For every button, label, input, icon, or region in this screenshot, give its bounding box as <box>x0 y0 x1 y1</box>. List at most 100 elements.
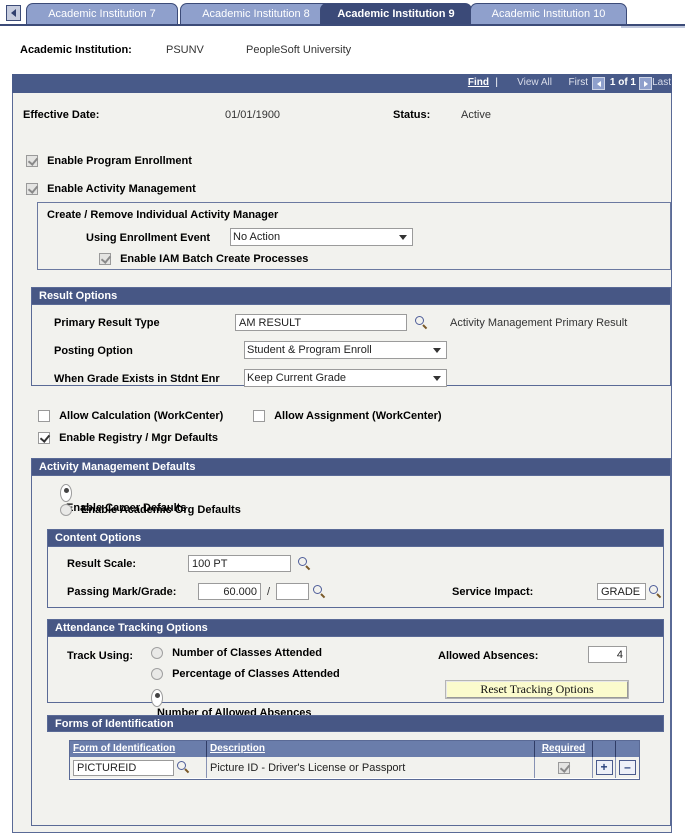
institution-name: PeopleSoft University <box>246 44 352 56</box>
enable-iam-batch-checkbox[interactable] <box>99 253 111 266</box>
using-enrollment-event-value: No Action <box>233 231 281 243</box>
using-enrollment-event-label: Using Enrollment Event <box>86 232 211 244</box>
tab-previous-button[interactable] <box>6 5 21 21</box>
previous-row-button[interactable] <box>592 77 605 90</box>
find-link[interactable]: Find <box>468 77 489 88</box>
required-checkbox[interactable] <box>557 761 570 774</box>
enable-registry-row[interactable]: Enable Registry / Mgr Defaults <box>38 432 218 445</box>
institution-code: PSUNV <box>166 44 204 56</box>
status-label: Status: <box>393 109 431 121</box>
form-of-identification-input[interactable] <box>73 759 174 776</box>
tab-underline <box>0 24 685 26</box>
enable-program-enrollment-row[interactable]: Enable Program Enrollment <box>26 155 192 168</box>
service-impact-label: Service Impact: <box>452 586 534 598</box>
cell-form-of-identification <box>70 757 207 778</box>
enable-registry-label: Enable Registry / Mgr Defaults <box>59 432 218 444</box>
left-arrow-icon <box>11 9 16 17</box>
tab-label: Academic Institution 7 <box>48 8 156 20</box>
allowed-absences-input[interactable] <box>588 646 627 663</box>
enable-academic-org-defaults-row[interactable]: Enable Academic Org Defaults <box>60 504 241 517</box>
next-row-button[interactable] <box>639 77 652 90</box>
enable-activity-management-checkbox[interactable] <box>26 183 38 196</box>
allow-assignment-row[interactable]: Allow Assignment (WorkCenter) <box>253 410 442 423</box>
column-header-add <box>593 741 616 757</box>
allow-calculation-checkbox[interactable] <box>38 410 50 423</box>
first-link[interactable]: First <box>569 77 588 88</box>
forms-of-identification-grid: Form of Identification Description Requi… <box>69 740 640 780</box>
enable-academic-org-defaults-radio[interactable] <box>60 504 72 517</box>
column-header-form-of-identification[interactable]: Form of Identification <box>70 741 207 757</box>
service-impact-lookup-icon[interactable] <box>649 585 663 599</box>
cell-description: Picture ID - Driver's License or Passpor… <box>207 757 535 778</box>
service-impact-input[interactable] <box>597 583 646 600</box>
grid-header-row: Form of Identification Description Requi… <box>70 741 639 757</box>
add-row-button[interactable]: + <box>595 760 613 775</box>
iam-box-title: Create / Remove Individual Activity Mana… <box>47 209 279 221</box>
cell-add-row: + <box>593 757 616 778</box>
form-of-identification-lookup-icon[interactable] <box>177 760 191 775</box>
track-allowed-absences-radio[interactable] <box>151 689 163 707</box>
activity-management-defaults-section: Activity Management Defaults Enable Care… <box>31 458 671 826</box>
track-number-classes-row[interactable]: Number of Classes Attended <box>151 647 323 660</box>
posting-option-select[interactable]: Student & Program Enroll <box>244 341 447 359</box>
attendance-header: Attendance Tracking Options <box>48 620 663 637</box>
allow-assignment-checkbox[interactable] <box>253 410 265 423</box>
remove-row-button[interactable]: – <box>619 760 636 775</box>
result-options-header: Result Options <box>32 288 670 305</box>
track-number-classes-label: Number of Classes Attended <box>172 647 323 659</box>
tab-academic-institution-10[interactable]: Academic Institution 10 <box>470 3 627 24</box>
passing-mark-input[interactable] <box>198 583 261 600</box>
enable-program-enrollment-label: Enable Program Enrollment <box>47 155 192 167</box>
passing-mark-label: Passing Mark/Grade: <box>67 586 177 598</box>
column-header-required[interactable]: Required <box>535 741 593 757</box>
tab-academic-institution-7[interactable]: Academic Institution 7 <box>26 3 178 24</box>
enable-iam-batch-row[interactable]: Enable IAM Batch Create Processes <box>99 253 308 266</box>
enable-program-enrollment-checkbox[interactable] <box>26 155 38 168</box>
effective-date-label: Effective Date: <box>23 109 100 121</box>
nav-separator: | <box>495 77 498 88</box>
content-options-header: Content Options <box>48 530 663 547</box>
primary-result-type-label: Primary Result Type <box>54 317 160 329</box>
chevron-down-icon <box>399 235 407 240</box>
primary-result-type-description: Activity Management Primary Result <box>450 317 628 329</box>
grade-exists-select[interactable]: Keep Current Grade <box>244 369 447 387</box>
individual-activity-manager-box: Create / Remove Individual Activity Mana… <box>37 202 671 270</box>
reset-tracking-options-button[interactable]: Reset Tracking Options <box>446 681 628 698</box>
track-percentage-classes-radio[interactable] <box>151 668 163 681</box>
tab-underline-tail <box>621 26 685 28</box>
column-header-remove <box>616 741 639 757</box>
status-value: Active <box>461 109 491 121</box>
chevron-down-icon <box>433 348 441 353</box>
tab-strip: Academic Institution 7 Academic Institut… <box>0 0 685 28</box>
enable-activity-management-row[interactable]: Enable Activity Management <box>26 183 196 196</box>
tab-label: Academic Institution 9 <box>337 8 455 20</box>
content-options-section: Content Options Result Scale: Passing Ma… <box>47 529 664 608</box>
enable-career-defaults-radio[interactable] <box>60 484 72 502</box>
result-scale-lookup-icon[interactable] <box>298 557 312 571</box>
last-link[interactable]: Last <box>652 77 671 88</box>
cell-required <box>535 757 593 778</box>
using-enrollment-event-select[interactable]: No Action <box>230 228 413 246</box>
view-all-link[interactable]: View All <box>517 77 552 88</box>
tab-label: Academic Institution 10 <box>491 8 606 20</box>
allowed-absences-label: Allowed Absences: <box>438 650 539 662</box>
column-header-description[interactable]: Description <box>207 741 535 757</box>
attendance-tracking-options-section: Attendance Tracking Options Track Using:… <box>47 619 664 719</box>
passing-grade-lookup-icon[interactable] <box>313 585 327 599</box>
posting-option-label: Posting Option <box>54 345 133 357</box>
institution-label: Academic Institution: <box>20 44 132 56</box>
primary-result-type-lookup-icon[interactable] <box>415 316 429 330</box>
posting-option-value: Student & Program Enroll <box>247 344 372 356</box>
passing-grade-input[interactable] <box>276 583 309 600</box>
chevron-down-icon <box>433 376 441 381</box>
result-scale-input[interactable] <box>188 555 291 572</box>
track-percentage-classes-row[interactable]: Percentage of Classes Attended <box>151 668 340 681</box>
tab-academic-institution-8[interactable]: Academic Institution 8 <box>180 3 332 24</box>
cell-remove-row: – <box>616 757 639 778</box>
enable-registry-checkbox[interactable] <box>38 432 50 445</box>
tab-label: Academic Institution 8 <box>202 8 310 20</box>
track-number-classes-radio[interactable] <box>151 647 163 660</box>
tab-academic-institution-9[interactable]: Academic Institution 9 <box>320 3 472 24</box>
primary-result-type-input[interactable] <box>235 314 407 331</box>
allow-calculation-row[interactable]: Allow Calculation (WorkCenter) <box>38 410 223 423</box>
